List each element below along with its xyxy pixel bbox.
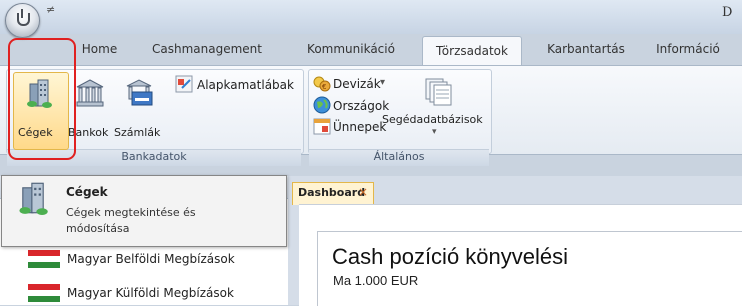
tooltip-buildings-icon (19, 182, 48, 215)
window-title: D (722, 5, 733, 20)
globe-icon[interactable] (313, 96, 331, 114)
database-icon[interactable] (423, 76, 453, 106)
calendar-icon[interactable] (313, 117, 331, 135)
segedadatbazisok-label[interactable]: Segédadatbázisok (382, 113, 483, 126)
devizak-label[interactable]: Devizák (333, 77, 381, 91)
group-label-altalanos: Általános (309, 149, 489, 166)
svg-text:€: € (322, 83, 326, 91)
tab-close-icon[interactable]: × (358, 185, 368, 199)
devizak-dropdown-icon[interactable]: ▾ (380, 77, 385, 88)
tab-dashboard-label[interactable]: Dashboard (298, 186, 365, 199)
panel-subheading: Ma 1.000 EUR (333, 273, 419, 288)
tab-kommunikacio[interactable]: Kommunikáció (292, 35, 410, 65)
tab-torzsadatok[interactable]: Törzsadatok (422, 36, 522, 66)
szamlak-label[interactable]: Számlák (114, 126, 160, 139)
account-icon[interactable] (124, 78, 154, 108)
orszagok-label[interactable]: Országok (333, 99, 389, 113)
list-item-kulfoldi[interactable]: Magyar Külföldi Megbízások (67, 286, 234, 300)
application-menu-button[interactable] (5, 3, 40, 38)
quick-access-toolbar[interactable]: ≠ (46, 3, 55, 16)
hungarian-flag-icon (28, 250, 60, 268)
tab-cashmanagement[interactable]: Cashmanagement (143, 35, 271, 65)
app-logo-icon (17, 9, 30, 26)
title-bar (0, 0, 742, 34)
currency-icon[interactable]: € (313, 75, 331, 93)
tab-karbantartas[interactable]: Karbantartás (532, 35, 640, 65)
tooltip-description-line2: módosítása (66, 222, 130, 235)
tooltip-title: Cégek (66, 185, 108, 199)
alapkamatlabak-label[interactable]: Alapkamatlábak (197, 78, 294, 92)
unnepek-label[interactable]: Ünnepek (333, 120, 386, 134)
rates-icon[interactable] (175, 75, 193, 93)
bank-icon[interactable] (75, 78, 105, 108)
cegek-highlight-frame (8, 38, 76, 160)
tab-informacio[interactable]: Információ (648, 35, 728, 65)
hungarian-flag-icon (28, 284, 60, 302)
tooltip-description: Cégek megtekintése és (66, 206, 196, 219)
segedadatbazisok-dropdown-icon[interactable]: ▾ (432, 127, 437, 137)
panel-heading: Cash pozíció könyvelési (332, 244, 569, 269)
list-item-belfoldi[interactable]: Magyar Belföldi Megbízások (67, 252, 235, 266)
